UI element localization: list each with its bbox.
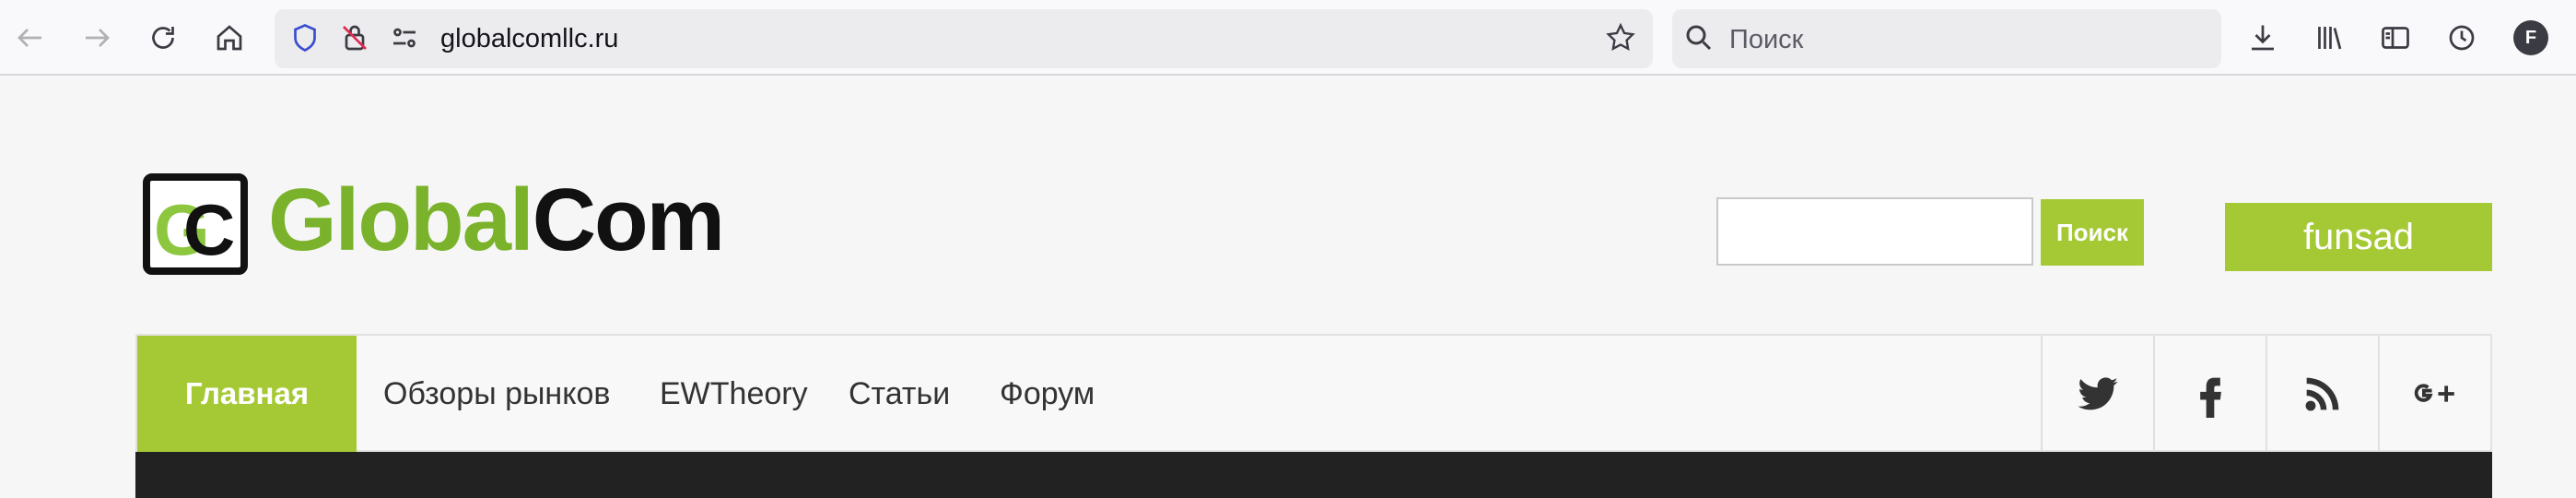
reload-icon[interactable]: [144, 18, 182, 57]
search-placeholder: Поиск: [1729, 25, 1804, 54]
logo-wordmark: GlobalCom: [268, 171, 725, 269]
profile-avatar[interactable]: F: [2513, 20, 2548, 55]
back-icon[interactable]: [11, 18, 50, 57]
nav-item-home[interactable]: Главная: [137, 336, 357, 452]
facebook-icon[interactable]: [2153, 336, 2266, 452]
user-account-button[interactable]: funsad: [2225, 203, 2492, 271]
site-search-input[interactable]: [1716, 197, 2033, 266]
rss-icon[interactable]: [2266, 336, 2378, 452]
content-header-band: [135, 452, 2492, 498]
browser-toolbar: globalcomllc.ru Поиск F: [0, 0, 2576, 76]
insecure-lock-icon[interactable]: [335, 18, 374, 57]
nav-item-ewtheory[interactable]: EWTheory: [660, 376, 808, 412]
google-plus-icon[interactable]: [2378, 336, 2490, 452]
url-text[interactable]: globalcomllc.ru: [440, 24, 618, 54]
search-icon: [1680, 18, 1718, 57]
twitter-icon[interactable]: [2041, 336, 2153, 452]
site-search-button[interactable]: Поиск: [2041, 199, 2144, 266]
nav-item-market-reviews[interactable]: Обзоры рынков: [383, 376, 610, 412]
sidebar-icon[interactable]: [2376, 18, 2415, 57]
logo-emblem: G C: [143, 173, 248, 275]
nav-item-articles[interactable]: Статьи: [849, 376, 950, 412]
web-page: G C GlobalCom Поиск funsad Главная Обзор…: [0, 77, 2576, 498]
url-bar[interactable]: globalcomllc.ru: [275, 9, 1653, 68]
bookmark-star-icon[interactable]: [1601, 18, 1640, 57]
forward-icon[interactable]: [77, 18, 116, 57]
shield-icon[interactable]: [286, 18, 324, 57]
history-clock-icon[interactable]: [2442, 18, 2481, 57]
browser-search-bar[interactable]: Поиск: [1672, 9, 2221, 68]
permissions-icon[interactable]: [385, 18, 424, 57]
library-icon[interactable]: [2310, 18, 2348, 57]
downloads-icon[interactable]: [2243, 18, 2282, 57]
main-nav: Главная Обзоры рынков EWTheory Статьи Фо…: [135, 334, 2492, 452]
home-icon[interactable]: [210, 18, 249, 57]
nav-item-forum[interactable]: Форум: [1000, 376, 1095, 412]
site-logo[interactable]: G C GlobalCom: [143, 170, 806, 276]
